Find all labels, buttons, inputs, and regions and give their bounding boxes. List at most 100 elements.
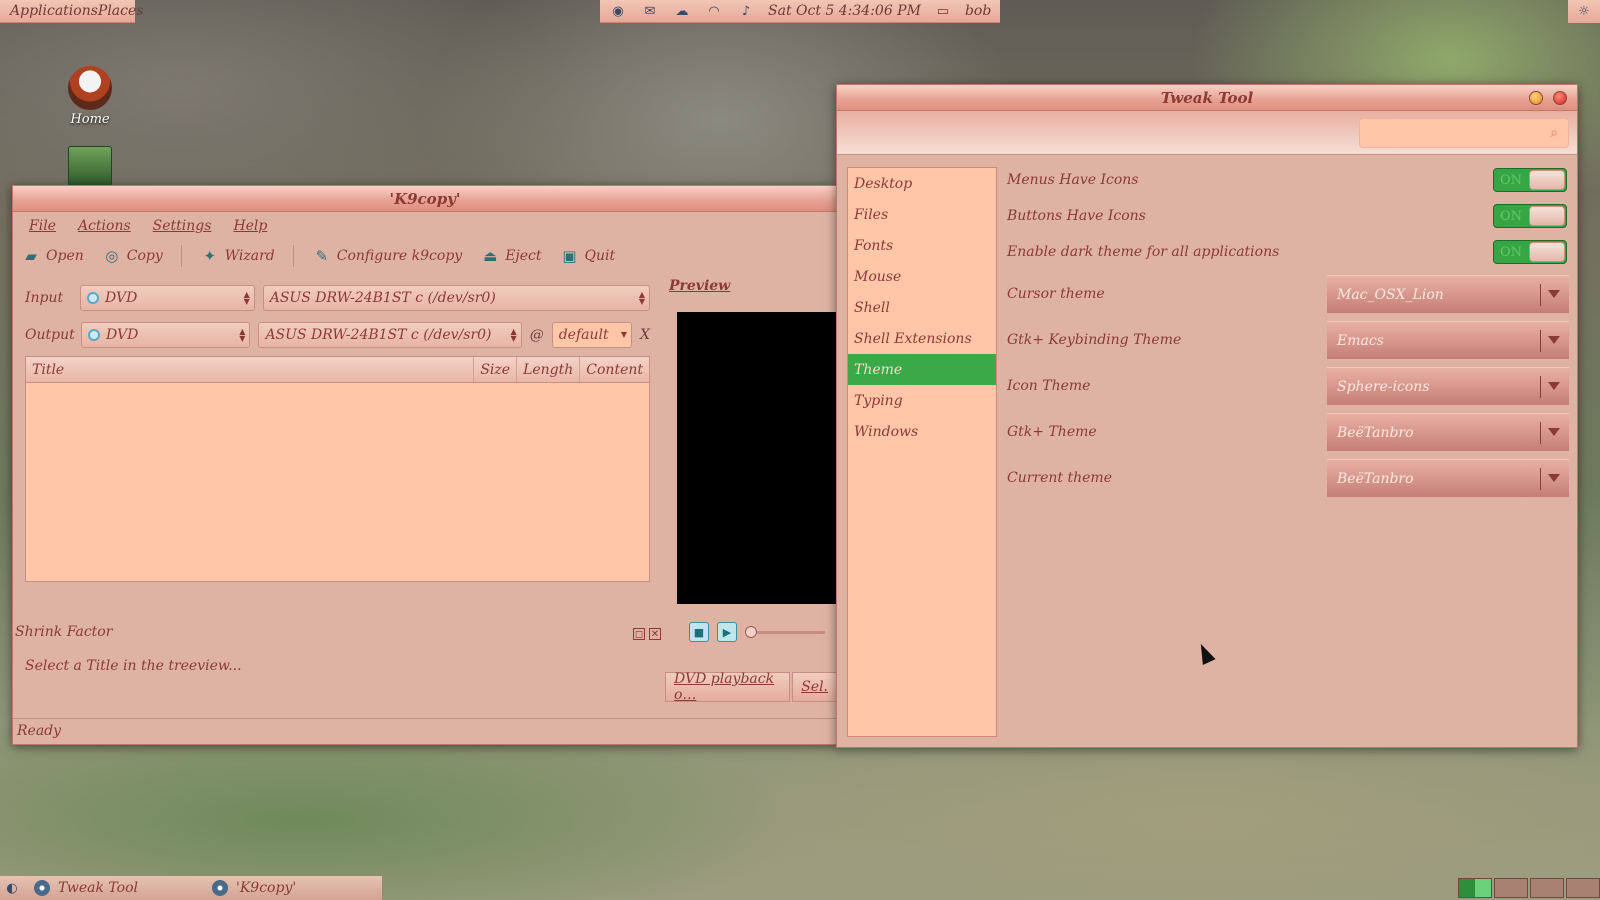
column-size[interactable]: Size bbox=[474, 357, 518, 382]
column-length[interactable]: Length bbox=[517, 357, 581, 382]
speed-select[interactable]: default ▼ bbox=[551, 322, 633, 348]
k9copy-titlebar[interactable]: 'K9copy' bbox=[13, 186, 837, 212]
float-icon[interactable]: ◻ bbox=[633, 628, 645, 640]
theme-settings-panel: Menus Have Icons ON Buttons Have Icons O… bbox=[1007, 167, 1569, 737]
input-device-select[interactable]: ASUS DRW-24B1ST c (/dev/sr0) ▲ ▼ bbox=[262, 285, 651, 311]
weather-icon: ☼ bbox=[1578, 4, 1590, 19]
weather-tray[interactable]: ☼ bbox=[1568, 0, 1600, 23]
workspace-2[interactable] bbox=[1494, 878, 1528, 898]
task-k9copy[interactable]: 'K9copy' bbox=[206, 880, 378, 896]
eject-button[interactable]: ⏏ Eject bbox=[480, 246, 541, 266]
switch-knob bbox=[1529, 242, 1565, 262]
input-type-select[interactable]: DVD ▲ ▼ bbox=[80, 285, 255, 311]
stop-icon[interactable]: ■ bbox=[689, 622, 709, 642]
copy-button[interactable]: ◎ Copy bbox=[102, 246, 163, 266]
task-label: 'K9copy' bbox=[236, 880, 297, 896]
exit-icon: ▣ bbox=[562, 247, 577, 265]
slider-handle[interactable] bbox=[745, 625, 757, 638]
quit-button-label: Quit bbox=[584, 248, 616, 264]
workspace-switcher bbox=[1458, 878, 1600, 898]
dark-theme-switch[interactable]: ON bbox=[1493, 240, 1567, 264]
search-input[interactable]: ⌕ bbox=[1359, 118, 1569, 148]
menu-actions[interactable]: Actions bbox=[78, 218, 131, 234]
column-title[interactable]: Title bbox=[26, 357, 475, 382]
monitor-icon[interactable]: ▭ bbox=[933, 2, 953, 20]
menu-settings[interactable]: Settings bbox=[153, 218, 212, 234]
sidebar-item-shell-extensions[interactable]: Shell Extensions bbox=[848, 323, 996, 354]
sidebar-item-windows[interactable]: Windows bbox=[848, 416, 996, 447]
tweak-titlebar[interactable]: Tweak Tool bbox=[837, 85, 1577, 111]
keybinding-theme-dropdown[interactable]: Emacs bbox=[1327, 321, 1569, 359]
setting-cursor-theme: Cursor theme Mac_OSX_Lion bbox=[1007, 275, 1569, 313]
desktop-icon-home[interactable]: Home bbox=[60, 66, 120, 127]
tab-selection[interactable]: Sel. bbox=[792, 672, 837, 702]
user-name[interactable]: bob bbox=[965, 3, 991, 19]
output-type-value: DVD bbox=[106, 327, 139, 343]
sidebar-item-files[interactable]: Files bbox=[848, 199, 996, 230]
disc-icon bbox=[87, 292, 100, 304]
setting-dark-theme: Enable dark theme for all applications O… bbox=[1007, 239, 1569, 265]
desktop-icon-box[interactable] bbox=[60, 146, 120, 186]
menu-file[interactable]: File bbox=[29, 218, 56, 234]
switch-state: ON bbox=[1500, 244, 1523, 260]
task-tweak-tool[interactable]: Tweak Tool bbox=[28, 880, 200, 896]
output-type-select[interactable]: DVD ▲ ▼ bbox=[81, 322, 251, 348]
search-icon: ⌕ bbox=[1550, 125, 1558, 141]
column-content[interactable]: Content bbox=[580, 357, 649, 382]
open-button[interactable]: ▰ Open bbox=[21, 246, 84, 266]
workspace-4[interactable] bbox=[1566, 878, 1600, 898]
setting-label: Gtk+ Theme bbox=[1007, 424, 1097, 440]
spin-arrows-icon: ▲ ▼ bbox=[243, 290, 250, 306]
wizard-button[interactable]: ✦ Wizard bbox=[200, 246, 274, 266]
volume-icon[interactable]: ♪ bbox=[736, 2, 756, 20]
gtk-theme-dropdown[interactable]: BeëTanbro bbox=[1327, 413, 1569, 451]
toolbar-separator bbox=[292, 245, 294, 267]
current-theme-dropdown[interactable]: BeëTanbro bbox=[1327, 459, 1569, 497]
title-treeview[interactable]: Title Size Length Content bbox=[25, 356, 650, 582]
tab-dvd-playback[interactable]: DVD playback o… bbox=[665, 671, 791, 703]
window-list: ◐ Tweak Tool 'K9copy' bbox=[0, 876, 382, 900]
workspace-3[interactable] bbox=[1530, 878, 1564, 898]
sidebar-item-mouse[interactable]: Mouse bbox=[848, 261, 996, 292]
show-desktop-icon[interactable]: ◐ bbox=[2, 879, 22, 897]
sidebar-item-desktop[interactable]: Desktop bbox=[848, 168, 996, 199]
sidebar-item-shell[interactable]: Shell bbox=[848, 292, 996, 323]
quit-button[interactable]: ▣ Quit bbox=[560, 246, 616, 266]
cloud-icon[interactable]: ☁ bbox=[672, 2, 692, 20]
switch-knob bbox=[1529, 170, 1565, 190]
k9copy-body: Input DVD ▲ ▼ ASUS DRW-24B1ST c (/dev/sr0… bbox=[13, 272, 837, 744]
task-label: Tweak Tool bbox=[58, 880, 138, 896]
position-slider[interactable] bbox=[745, 625, 825, 638]
close-icon[interactable]: ✕ bbox=[649, 628, 661, 640]
input-row: Input DVD ▲ ▼ ASUS DRW-24B1ST c (/dev/sr0… bbox=[25, 282, 651, 314]
messaging-icon[interactable]: ✉ bbox=[640, 2, 660, 20]
icon-theme-dropdown[interactable]: Sphere-icons bbox=[1327, 367, 1569, 405]
dropdown-value: BeëTanbro bbox=[1337, 470, 1414, 487]
play-icon[interactable]: ▶ bbox=[717, 622, 737, 642]
bottom-tabs: DVD playback o… Sel. bbox=[665, 671, 837, 703]
output-device-select[interactable]: ASUS DRW-24B1ST c (/dev/sr0) ▲ ▼ bbox=[258, 322, 522, 348]
minimize-button[interactable] bbox=[1529, 91, 1543, 105]
sidebar-item-theme[interactable]: Theme bbox=[848, 354, 996, 385]
buttons-icons-switch[interactable]: ON bbox=[1493, 204, 1567, 228]
workspace-1[interactable] bbox=[1458, 878, 1492, 898]
preview-video bbox=[677, 312, 837, 604]
menus-icons-switch[interactable]: ON bbox=[1493, 168, 1567, 192]
eject-icon: ⏏ bbox=[483, 247, 498, 265]
clock[interactable]: Sat Oct 5 4:34:06 PM bbox=[768, 3, 921, 19]
clear-output-button[interactable]: X bbox=[640, 327, 650, 343]
browser-icon[interactable]: ◉ bbox=[608, 2, 628, 20]
sidebar-item-typing[interactable]: Typing bbox=[848, 385, 996, 416]
cursor-theme-dropdown[interactable]: Mac_OSX_Lion bbox=[1327, 275, 1569, 313]
setting-menus-have-icons: Menus Have Icons ON bbox=[1007, 167, 1569, 193]
applications-menu[interactable]: ApplicationsPlaces bbox=[0, 0, 143, 23]
k9copy-menubar: File Actions Settings Help bbox=[13, 212, 837, 240]
configure-button-label: Configure k9copy bbox=[336, 248, 463, 264]
tweak-title: Tweak Tool bbox=[1160, 88, 1254, 107]
sidebar-item-fonts[interactable]: Fonts bbox=[848, 230, 996, 261]
wifi-icon[interactable]: ◠ bbox=[704, 2, 724, 20]
close-button[interactable] bbox=[1553, 91, 1567, 105]
bottom-taskbar: ◐ Tweak Tool 'K9copy' bbox=[0, 876, 1600, 900]
configure-button[interactable]: ✎ Configure k9copy bbox=[312, 246, 462, 266]
menu-help[interactable]: Help bbox=[233, 218, 267, 234]
